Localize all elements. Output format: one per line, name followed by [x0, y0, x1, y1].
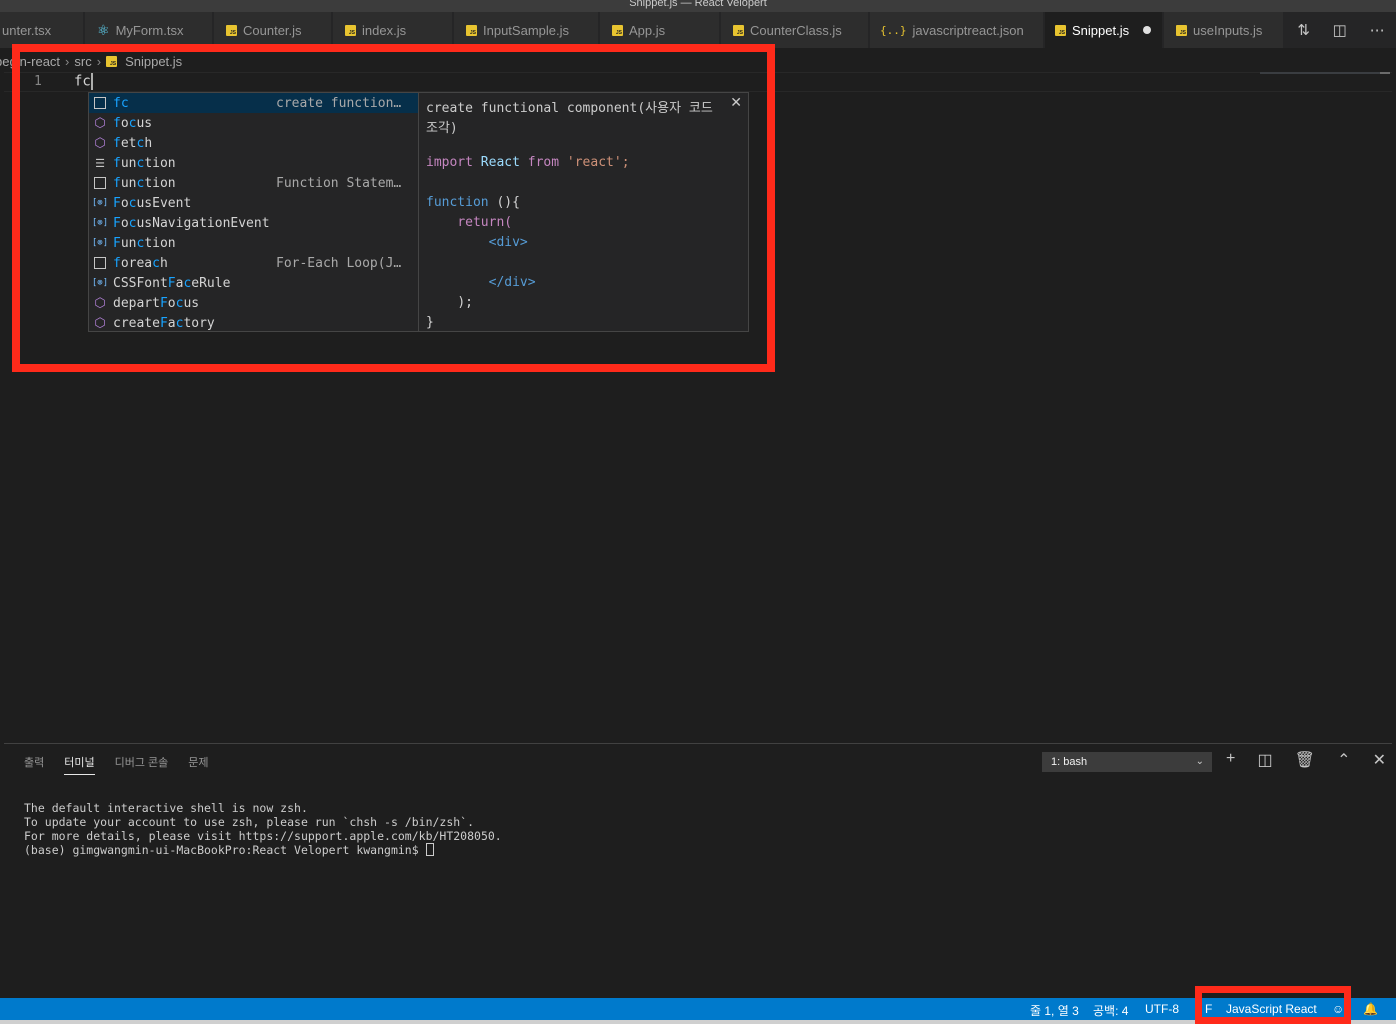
tab-app-js[interactable]: App.js: [600, 12, 720, 48]
maximize-panel-icon[interactable]: ⌃: [1337, 750, 1350, 770]
tab-counter-js[interactable]: Counter.js: [214, 12, 332, 48]
javascript-icon: [733, 24, 744, 36]
terminal-cursor: [425, 843, 434, 856]
tab-snippet-js[interactable]: Snippet.js: [1045, 12, 1163, 48]
terminal-prompt-line: (base) gimgwangmin-ui-MacBookPro:React V…: [24, 843, 502, 857]
javascript-icon: [612, 24, 623, 36]
tab-myform-tsx[interactable]: ⚛ MyForm.tsx: [85, 12, 213, 48]
tab-label: Snippet.js: [1072, 22, 1130, 38]
panel-actions: + ◫ 🗑 ⌃ ✕: [1226, 750, 1386, 770]
editor-actions: ⇅ ◫ ⋯: [1286, 12, 1396, 48]
react-icon: ⚛: [97, 21, 110, 38]
close-panel-icon[interactable]: ✕: [1373, 750, 1386, 770]
more-actions-icon[interactable]: ⋯: [1370, 21, 1385, 39]
title-bar: Snippet.js — React Velopert: [0, 0, 1396, 12]
tab-index-js[interactable]: index.js: [333, 12, 453, 48]
javascript-icon: [345, 24, 356, 36]
unsaved-dot-icon[interactable]: [1143, 26, 1152, 34]
tab-unter-tsx[interactable]: unter.tsx: [0, 12, 84, 48]
tab-label: Counter.js: [243, 22, 302, 38]
terminal-output[interactable]: The default interactive shell is now zsh…: [24, 801, 502, 857]
tab-useinputs-js[interactable]: useInputs.js: [1164, 12, 1284, 48]
terminal-line: For more details, please visit https://s…: [24, 829, 502, 843]
tab-label: App.js: [629, 22, 666, 38]
add-terminal-icon[interactable]: +: [1226, 750, 1235, 770]
bottom-panel: 출력 터미널 디버그 콘솔 문제 1: bash ⌄ + ◫ 🗑 ⌃ ✕ The…: [4, 743, 1392, 998]
scrollbar-marker[interactable]: [1380, 72, 1390, 74]
tab-label: index.js: [362, 22, 407, 38]
tab-output[interactable]: 출력: [24, 754, 44, 775]
terminal-select-value: 1: bash: [1051, 756, 1088, 768]
tab-label: javascriptreact.json: [912, 22, 1024, 38]
tab-label: unter.tsx: [2, 22, 52, 38]
panel-tabs: 출력 터미널 디버그 콘솔 문제: [24, 754, 229, 775]
tab-terminal[interactable]: 터미널: [64, 754, 95, 775]
trash-icon[interactable]: 🗑: [1295, 750, 1315, 770]
tab-problems[interactable]: 문제: [188, 754, 208, 775]
tab-label: MyForm.tsx: [115, 22, 184, 38]
terminal-line: The default interactive shell is now zsh…: [24, 801, 308, 815]
window-title: Snippet.js — React Velopert: [629, 0, 767, 9]
compare-changes-icon[interactable]: ⇅: [1297, 21, 1310, 39]
encoding[interactable]: UTF-8: [1145, 1002, 1179, 1016]
chevron-down-icon: ⌄: [1195, 756, 1204, 767]
javascript-icon: [1176, 24, 1187, 36]
editor-tab-strip: unter.tsx ⚛ MyForm.tsx Counter.js index.…: [0, 12, 1396, 48]
javascript-icon: [1055, 24, 1066, 36]
status-bar: 줄 1, 열 3 공백: 4 UTF-8 F JavaScript React …: [0, 998, 1396, 1020]
tab-inputsample-js[interactable]: InputSample.js: [454, 12, 599, 48]
terminal-select[interactable]: 1: bash ⌄: [1042, 752, 1212, 772]
tab-label: useInputs.js: [1193, 22, 1263, 38]
split-terminal-icon[interactable]: ◫: [1257, 750, 1272, 770]
terminal-line: To update your account to use zsh, pleas…: [24, 815, 475, 829]
window-bottom-edge: [0, 1020, 1396, 1024]
tab-debug-console[interactable]: 디버그 콘솔: [115, 754, 169, 775]
split-editor-icon[interactable]: ◫: [1333, 21, 1347, 39]
minimap[interactable]: [1260, 72, 1380, 74]
tab-javascriptreact-json[interactable]: {..} javascriptreact.json: [870, 12, 1044, 48]
indentation[interactable]: 공백: 4: [1093, 1002, 1128, 1019]
javascript-icon: [226, 24, 237, 36]
json-icon: {..}: [880, 23, 907, 37]
terminal-prompt: (base) gimgwangmin-ui-MacBookPro:React V…: [24, 843, 426, 857]
tab-label: InputSample.js: [483, 22, 569, 38]
cursor-position[interactable]: 줄 1, 열 3: [1030, 1002, 1079, 1019]
highlight-box-language-mode: [1195, 986, 1351, 1024]
notifications-bell-icon[interactable]: 🔔: [1363, 1002, 1378, 1016]
tab-label: CounterClass.js: [750, 22, 842, 38]
tab-counterclass-js[interactable]: CounterClass.js: [721, 12, 869, 48]
javascript-icon: [466, 24, 477, 36]
highlight-box-suggestions: [12, 44, 775, 372]
